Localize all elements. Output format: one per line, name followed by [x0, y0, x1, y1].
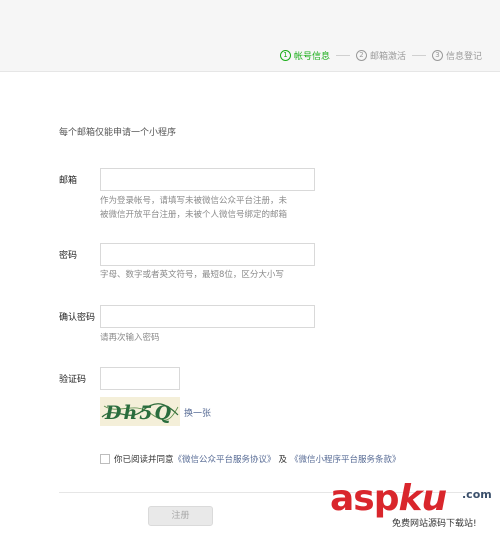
terms-link[interactable]: 《微信小程序平台服务条款》 — [290, 453, 401, 465]
step-separator — [336, 55, 351, 56]
agreement-and: 及 — [278, 455, 288, 465]
register-button[interactable]: 注册 — [148, 506, 213, 526]
watermark-asp: asp — [330, 478, 399, 519]
step-number: 2 — [356, 50, 368, 61]
watermark-tld: .com — [462, 488, 492, 501]
intro-text: 每个邮箱仅能申请一个小程序 — [59, 128, 177, 138]
password-hint: 字母、数字或者英文符号，最短8位，区分大小写 — [100, 270, 284, 280]
step-number: 1 — [280, 50, 291, 61]
top-header: 1 帐号信息 2 邮箱激活 3 信息登记 — [0, 0, 500, 72]
agree-checkbox[interactable] — [100, 454, 110, 464]
confirm-password-hint: 请再次输入密码 — [100, 333, 160, 343]
agreement-row: 你已阅读并同意 《微信公众平台服务协议》 及 《微信小程序平台服务条款》 — [100, 453, 401, 465]
email-hint: 作为登录帐号，请填写未被微信公众平台注册，未 被微信开放平台注册，未被个人微信号… — [100, 194, 287, 222]
step-email-activation: 2 邮箱激活 — [356, 49, 406, 62]
service-agreement-link[interactable]: 《微信公众平台服务协议》 — [174, 453, 276, 465]
email-hint-line2: 被微信开放平台注册，未被个人微信号绑定的邮箱 — [100, 210, 288, 220]
step-label: 帐号信息 — [294, 52, 331, 62]
watermark-subtitle: 免费网站源码下载站! — [392, 519, 477, 529]
password-field[interactable] — [100, 243, 315, 266]
change-captcha-link[interactable]: 换一张 — [184, 406, 211, 419]
captcha-field[interactable] — [100, 367, 180, 390]
confirm-password-field[interactable] — [100, 305, 315, 328]
email-label: 邮箱 — [59, 176, 78, 186]
confirm-password-label: 确认密码 — [59, 313, 96, 323]
watermark-ku: ku — [398, 478, 448, 519]
captcha-image[interactable]: Dh5Q — [100, 397, 180, 426]
captcha-text: Dh5Q — [104, 402, 173, 424]
agreement-text: 你已阅读并同意 — [114, 455, 174, 465]
email-field[interactable] — [100, 168, 315, 191]
watermark-logo: aspku — [330, 478, 448, 519]
step-separator — [412, 55, 427, 56]
step-label: 信息登记 — [446, 52, 483, 62]
email-hint-line1: 作为登录帐号，请填写未被微信公众平台注册，未 — [100, 196, 288, 206]
captcha-label: 验证码 — [59, 375, 87, 385]
step-indicator: 1 帐号信息 2 邮箱激活 3 信息登记 — [280, 49, 482, 62]
step-number: 3 — [432, 50, 444, 61]
step-info-registration: 3 信息登记 — [432, 49, 482, 62]
captcha-noise: Dh5Q — [101, 402, 179, 424]
password-label: 密码 — [59, 251, 78, 261]
step-account-info: 1 帐号信息 — [280, 49, 330, 62]
step-label: 邮箱激活 — [370, 52, 407, 62]
